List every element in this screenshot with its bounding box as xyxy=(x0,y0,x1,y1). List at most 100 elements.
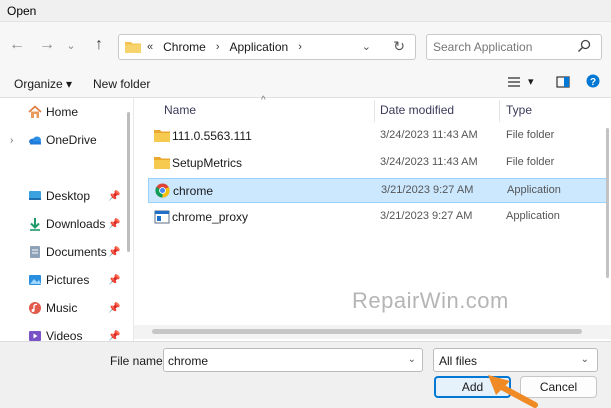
sidebar-item-videos[interactable]: Videos 📌 xyxy=(0,324,126,341)
navigation-pane: Home › OneDrive Desktop 📌 Downloads 📌 Do… xyxy=(0,98,134,341)
file-date: 3/21/2023 9:27 AM xyxy=(380,210,473,222)
sidebar-item-home[interactable]: Home xyxy=(0,100,126,124)
new-folder-button[interactable]: New folder xyxy=(93,77,150,91)
back-button[interactable]: ← xyxy=(6,34,28,56)
window-title: Open xyxy=(7,4,37,18)
sidebar-item-pictures[interactable]: Pictures 📌 xyxy=(0,268,126,292)
pin-icon[interactable]: 📌 xyxy=(108,219,120,230)
sidebar-scrollbar[interactable] xyxy=(127,112,130,252)
file-type-select[interactable]: All files ⌄ xyxy=(433,348,598,372)
address-separator[interactable]: › xyxy=(216,41,220,53)
horizontal-scrollbar[interactable] xyxy=(134,325,611,339)
sidebar-item-label: Desktop xyxy=(46,189,91,203)
pin-icon[interactable]: 📌 xyxy=(108,303,120,314)
file-name: chrome xyxy=(173,184,214,198)
desktop-icon xyxy=(29,191,41,200)
list-view-icon xyxy=(508,77,520,87)
download-icon xyxy=(30,218,40,231)
search-box[interactable] xyxy=(426,34,602,60)
pin-icon[interactable]: 📌 xyxy=(108,331,120,342)
address-segment-chrome[interactable]: Chrome xyxy=(163,40,206,54)
pin-icon[interactable]: 📌 xyxy=(108,247,120,258)
expand-chevron-icon[interactable]: › xyxy=(10,135,13,146)
sidebar-item-label: Videos xyxy=(46,329,83,341)
help-button[interactable]: ? xyxy=(585,73,601,92)
preview-pane-icon xyxy=(556,76,570,88)
address-bar[interactable]: « Chrome › Application › ⌄ ↻ xyxy=(118,34,416,60)
cloud-icon xyxy=(29,136,41,145)
file-name-combobox[interactable]: ⌄ xyxy=(163,348,423,372)
file-type: Application xyxy=(507,184,561,196)
refresh-icon[interactable]: ↻ xyxy=(393,38,405,55)
sidebar-item-label: Documents xyxy=(46,245,107,259)
file-type-value: All files xyxy=(439,354,478,368)
sidebar-item-desktop[interactable]: Desktop 📌 xyxy=(0,184,126,208)
address-dropdown-icon[interactable]: ⌄ xyxy=(362,40,371,53)
sidebar-item-label: OneDrive xyxy=(46,133,97,147)
pin-icon[interactable]: 📌 xyxy=(108,275,120,286)
view-dropdown-icon[interactable]: ▾ xyxy=(528,75,534,88)
chrome-icon xyxy=(155,183,170,198)
address-overflow[interactable]: « xyxy=(147,41,153,53)
chevron-down-icon[interactable]: ⌄ xyxy=(408,354,416,365)
search-icon[interactable] xyxy=(577,39,591,53)
file-row-selected[interactable]: chrome 3/21/2023 9:27 AM Application xyxy=(148,178,608,203)
file-name-input[interactable] xyxy=(168,353,398,369)
pictures-icon xyxy=(29,275,41,285)
sidebar-item-label: Downloads xyxy=(46,217,106,231)
chevron-down-icon: ⌄ xyxy=(580,354,589,365)
command-toolbar: Organize ▾ New folder ▾ ? xyxy=(0,70,611,98)
file-name-label: File name: xyxy=(110,354,167,368)
file-date: 3/24/2023 11:43 AM xyxy=(380,156,478,168)
sidebar-item-label: Music xyxy=(46,301,78,315)
file-name: chrome_proxy xyxy=(172,210,249,224)
sidebar-item-documents[interactable]: Documents 📌 xyxy=(0,240,126,264)
file-name: 111.0.5563.111 xyxy=(172,129,252,143)
column-divider[interactable] xyxy=(374,100,375,122)
back-arrow-icon: ← xyxy=(9,36,25,53)
address-separator[interactable]: › xyxy=(298,41,302,53)
column-header-type[interactable]: Type xyxy=(506,103,532,117)
folder-icon xyxy=(154,157,170,169)
file-list: ^ Name Date modified Type 111.0.5563.111… xyxy=(134,95,611,341)
preview-pane-button[interactable] xyxy=(556,75,570,92)
organize-menu[interactable]: Organize ▾ xyxy=(14,77,72,91)
forward-button[interactable]: → xyxy=(36,34,58,56)
up-arrow-icon: ↑ xyxy=(95,36,103,53)
title-bar: Open xyxy=(0,0,611,22)
documents-icon xyxy=(30,246,40,258)
music-icon xyxy=(29,302,41,314)
file-row[interactable]: chrome_proxy 3/21/2023 9:27 AM Applicati… xyxy=(148,205,608,230)
file-type: File folder xyxy=(506,156,555,168)
up-button[interactable]: ↑ xyxy=(88,34,110,56)
column-divider[interactable] xyxy=(499,100,500,122)
sort-ascending-icon: ^ xyxy=(261,95,266,106)
annotation-arrow-icon xyxy=(488,375,538,408)
column-header-name[interactable]: Name xyxy=(164,103,196,117)
sidebar-item-music[interactable]: Music 📌 xyxy=(0,296,126,320)
sidebar-item-onedrive[interactable]: › OneDrive xyxy=(0,128,126,152)
chevron-down-icon: ⌄ xyxy=(66,39,76,52)
file-date: 3/21/2023 9:27 AM xyxy=(381,184,474,196)
file-date: 3/24/2023 11:43 AM xyxy=(380,129,478,141)
search-input[interactable] xyxy=(433,39,573,55)
file-row[interactable]: SetupMetrics 3/24/2023 11:43 AM File fol… xyxy=(148,151,608,176)
recent-locations-button[interactable]: ⌄ xyxy=(60,34,82,56)
horizontal-scroll-thumb[interactable] xyxy=(152,329,582,334)
pin-icon[interactable]: 📌 xyxy=(108,191,120,202)
address-segment-application[interactable]: Application xyxy=(229,40,288,54)
file-type: Application xyxy=(506,210,560,222)
sidebar-item-label: Pictures xyxy=(46,273,90,287)
file-row[interactable]: 111.0.5563.111 3/24/2023 11:43 AM File f… xyxy=(148,124,608,149)
home-icon xyxy=(28,105,42,118)
column-header-row: ^ Name Date modified Type xyxy=(134,95,611,122)
sidebar-item-downloads[interactable]: Downloads 📌 xyxy=(0,212,126,236)
videos-icon xyxy=(29,331,41,341)
svg-text:?: ? xyxy=(590,77,596,88)
view-menu-button[interactable] xyxy=(507,75,521,92)
column-header-date[interactable]: Date modified xyxy=(380,103,454,117)
help-icon: ? xyxy=(586,74,600,88)
vertical-scrollbar[interactable] xyxy=(606,128,609,278)
file-type: File folder xyxy=(506,129,555,141)
folder-icon xyxy=(125,42,141,53)
